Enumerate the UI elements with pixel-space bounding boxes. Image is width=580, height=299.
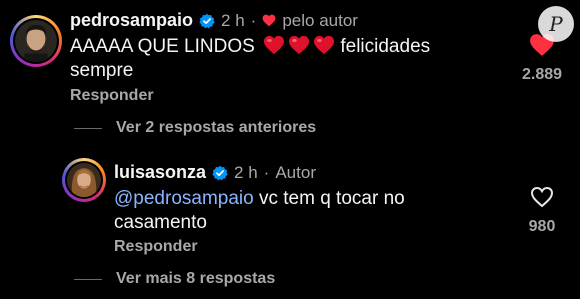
like-button[interactable] [530, 186, 554, 208]
username-luisasonza[interactable]: luisasonza [114, 162, 206, 183]
avatar-luisasonza[interactable] [62, 158, 106, 202]
mention-link[interactable]: @pedrosampaio [114, 188, 254, 209]
view-previous-replies-label: Ver 2 respostas anteriores [116, 119, 317, 136]
comment-text-luisasonza: @pedrosampaio vc tem q tocar no casament… [114, 187, 434, 235]
username-pedrosampaio[interactable]: pedrosampaio [70, 10, 193, 31]
liked-by-author-label: pelo autor [282, 10, 358, 30]
like-count: 2.889 [521, 66, 563, 83]
like-count: 980 [528, 218, 556, 235]
thread-divider [74, 127, 102, 129]
heart-outline-icon [530, 186, 554, 208]
watermark-logo: P [538, 6, 574, 42]
avatar-pedrosampaio[interactable] [10, 15, 62, 67]
reply-button[interactable]: Responder [70, 87, 154, 105]
heart-emoji-icon [263, 35, 285, 55]
avatar-photo [15, 20, 57, 62]
heart-emoji-icon [288, 35, 310, 55]
comment-text-part-1: AAAAA QUE LINDOS [70, 36, 255, 57]
meta-separator: · [250, 10, 257, 30]
heart-emoji-icon [313, 35, 335, 55]
meta-separator: · [263, 162, 270, 182]
avatar-photo [67, 163, 101, 197]
verified-badge-icon [212, 165, 228, 181]
thread-divider [74, 278, 102, 280]
comment-time: 2 h [234, 162, 258, 182]
comment-text-pedrosampaio: AAAAA QUE LINDOS felicidades sempre [70, 35, 470, 83]
author-label: Autor [275, 162, 316, 182]
comment-time: 2 h [221, 10, 245, 30]
view-more-replies-label: Ver mais 8 respostas [116, 270, 276, 287]
reply-button[interactable]: Responder [114, 238, 198, 256]
view-previous-replies[interactable]: Ver 2 respostas anteriores [74, 119, 316, 137]
verified-badge-icon [199, 13, 215, 29]
view-more-replies[interactable]: Ver mais 8 respostas [74, 270, 275, 288]
liked-by-author-heart-icon [262, 14, 276, 27]
